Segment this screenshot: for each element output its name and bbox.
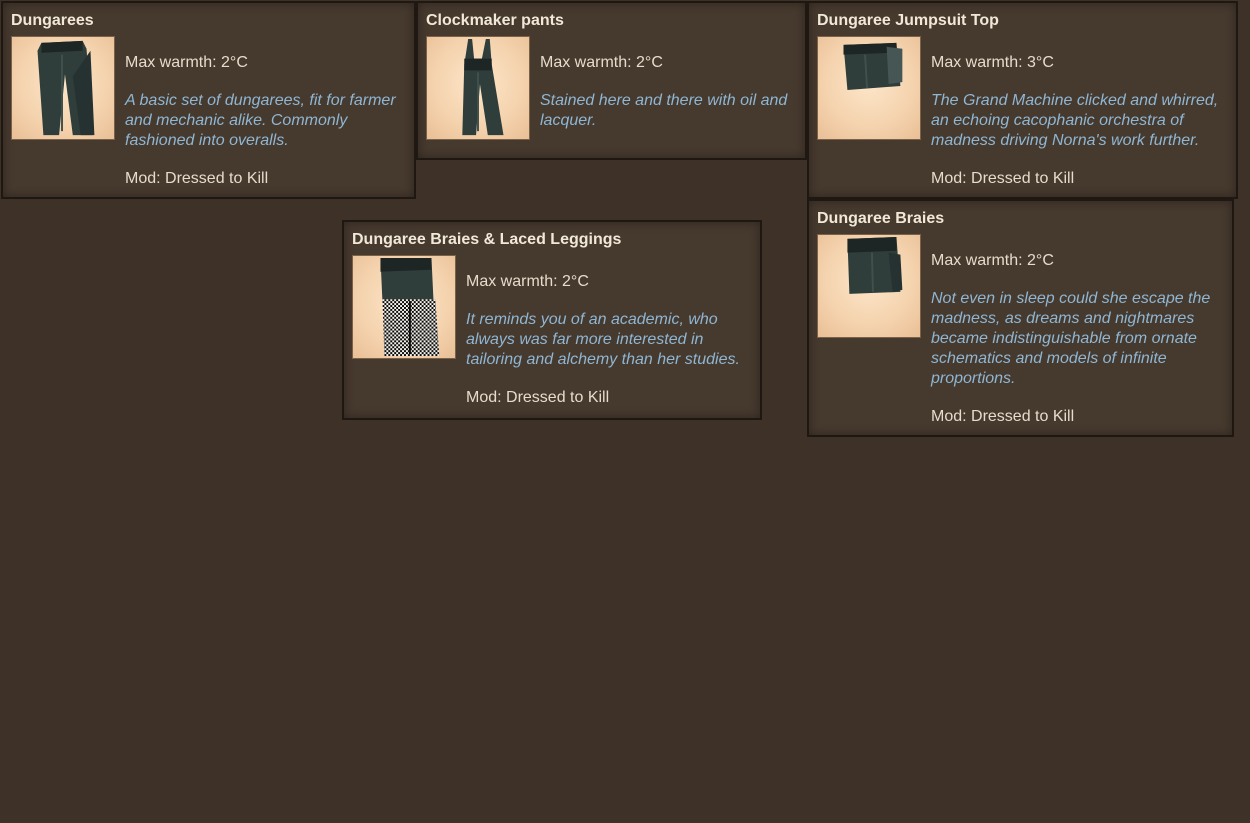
item-title: Dungaree Jumpsuit Top (817, 12, 999, 29)
max-warmth: Max warmth: 3°C (931, 54, 1054, 71)
item-title: Dungarees (11, 12, 94, 29)
braies-laced-leggings-item-icon (352, 255, 456, 359)
max-warmth: Max warmth: 2°C (466, 273, 589, 290)
tooltip-dungaree-braies: Dungaree Braies Max warmth: 2°C Not even… (807, 199, 1234, 437)
max-warmth: Max warmth: 2°C (125, 54, 248, 71)
item-title: Clockmaker pants (426, 12, 564, 29)
item-description: Not even in sleep could she escape the m… (931, 290, 1211, 387)
mod-label: Mod: Dressed to Kill (466, 389, 610, 406)
tooltip-dungarees: Dungarees Max warmth: 2°C A basic set of… (1, 1, 416, 199)
item-description: The Grand Machine clicked and whirred, a… (931, 92, 1219, 149)
jumpsuit-top-item-icon (817, 36, 921, 140)
tooltip-clockmaker-pants: Clockmaker pants Max warmth: 2°C Stained… (416, 1, 807, 160)
dungaree-braies-item-icon (817, 234, 921, 338)
item-title: Dungaree Braies & Laced Leggings (352, 231, 622, 248)
item-description: It reminds you of an academic, who alway… (466, 311, 740, 368)
tooltip-braies-laced-leggings: Dungaree Braies & Laced Leggings Max war… (342, 220, 762, 420)
item-title: Dungaree Braies (817, 210, 945, 227)
item-description: Stained here and there with oil and lacq… (540, 92, 788, 129)
max-warmth: Max warmth: 2°C (931, 252, 1054, 269)
mod-label: Mod: Dressed to Kill (125, 170, 269, 187)
mod-label: Mod: Dressed to Kill (931, 170, 1075, 187)
item-description: A basic set of dungarees, fit for farmer… (125, 92, 396, 149)
max-warmth: Max warmth: 2°C (540, 54, 663, 71)
tooltip-dungaree-jumpsuit-top: Dungaree Jumpsuit Top Max warmth: 3°C Th… (807, 1, 1238, 199)
clockmaker-pants-item-icon (426, 36, 530, 140)
mod-label: Mod: Dressed to Kill (931, 408, 1075, 425)
dungarees-item-icon (11, 36, 115, 140)
